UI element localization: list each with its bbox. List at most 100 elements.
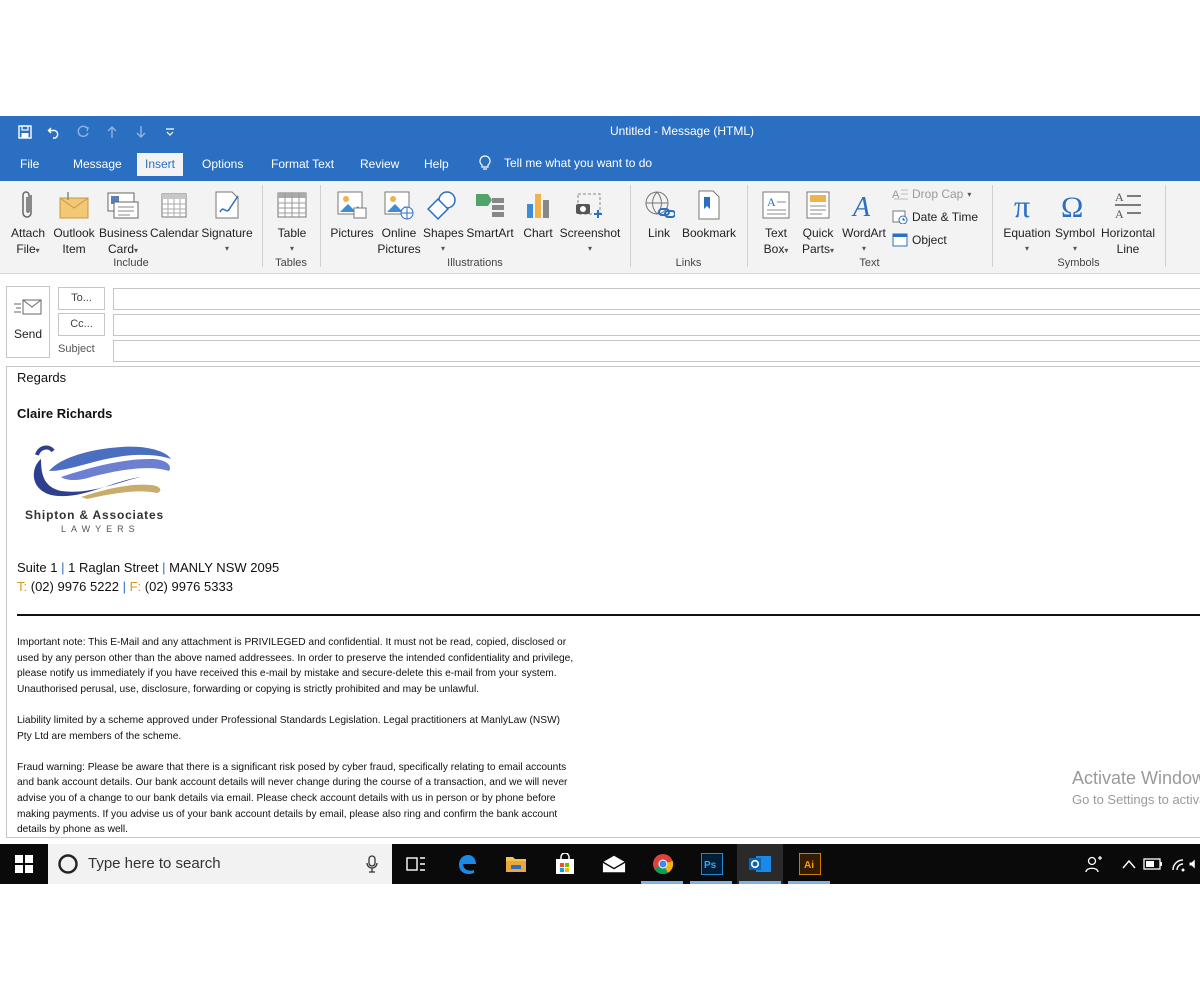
horizontal-rule [17,614,1200,616]
disclaimer: Important note: This E-Mail and any atta… [17,635,637,837]
send-button[interactable]: Send [6,286,50,358]
group-label-include: Include [113,257,149,269]
running-indicator [739,881,781,884]
group-separator [262,185,263,267]
shapes-button[interactable]: Shapes ▾ [423,185,464,257]
smartart-icon [476,194,504,217]
group-separator [747,185,748,267]
wifi-icon[interactable] [1166,852,1190,876]
tab-format-text[interactable]: Format Text [271,155,334,173]
edge-browser-icon[interactable] [455,852,479,876]
send-icon [14,299,42,315]
mail-icon[interactable] [602,852,626,876]
tab-message[interactable]: Message [73,155,122,173]
volume-icon[interactable] [1188,852,1200,876]
pictures-button[interactable]: Pictures [329,185,375,241]
tell-me-text: Tell me what you want to do [504,156,653,170]
screenshot-button[interactable]: Screenshot ▾ [558,185,622,257]
phone-line: T: (02) 9976 5222 | F: (02) 9976 5333 [17,579,233,594]
window-title: Untitled - Message (HTML) [609,124,755,138]
store-icon[interactable] [553,852,577,876]
title-bar: Untitled - Message (HTML) [0,116,1200,148]
outlook-item-button[interactable]: Outlook Item [50,185,98,257]
text-box-button[interactable]: A Text Box▾ [756,185,796,259]
cc-button[interactable]: Cc... [58,313,105,336]
activate-windows-watermark: Activate Windows Go to Settings to activ… [1072,768,1200,807]
date-time-button[interactable]: Date & Time [892,210,978,224]
group-separator [630,185,631,267]
fraud-warning: Fraud warning: Please be aware that ther… [17,761,568,836]
task-view-icon[interactable] [404,852,428,876]
ribbon-insert: Attach File▾ Outlook Item Business Card▾… [0,181,1200,274]
battery-icon[interactable] [1141,852,1165,876]
to-field[interactable] [113,288,1200,310]
address-line: Suite 1 | 1 Raglan Street | MANLY NSW 20… [17,560,280,575]
table-button[interactable]: Table ▾ [272,185,312,257]
svg-text:π: π [1014,189,1030,221]
symbol-button[interactable]: Ω Symbol ▾ [1053,185,1097,257]
business-card-button[interactable]: Business Card▾ [99,185,148,259]
people-icon[interactable] [1082,852,1106,876]
online-pictures-button[interactable]: Online Pictures [376,185,422,257]
svg-text:Ω: Ω [1061,191,1083,221]
file-explorer-icon[interactable] [504,852,528,876]
illustrator-icon[interactable]: Ai [798,852,822,876]
equation-button[interactable]: π Equation ▾ [1002,185,1052,257]
smartart-button[interactable]: SmartArt [464,185,516,241]
svg-text:A: A [851,192,871,220]
outlook-message-window: Untitled - Message (HTML) File Message I… [0,116,1200,884]
windows-taskbar: Type here to search Ps Ai [0,844,1200,884]
outlook-icon[interactable] [748,852,772,876]
taskbar-search-placeholder: Type here to search [88,855,221,872]
chevron-up-icon[interactable] [1117,852,1141,876]
attach-file-button[interactable]: Attach File▾ [8,185,48,259]
chrome-icon[interactable] [651,852,675,876]
tab-insert[interactable]: Insert [137,153,184,176]
logo-company-name: Shipton & Associates [25,508,164,522]
screenshot-icon [576,193,602,218]
online-pictures-icon [384,191,414,220]
object-button[interactable]: Object [892,233,947,247]
bookmark-icon [698,190,720,220]
cc-field[interactable] [113,314,1200,336]
taskbar-search-box[interactable]: Type here to search [48,844,392,884]
tab-review[interactable]: Review [360,155,399,173]
group-separator [992,185,993,267]
to-button[interactable]: To... [58,287,105,310]
calendar-button[interactable]: Calendar [150,185,199,241]
tell-me-box[interactable]: Tell me what you want to do [478,155,652,171]
svg-text:Ps: Ps [704,860,717,871]
link-button[interactable]: Link [640,185,678,241]
tab-file[interactable]: File [20,155,39,173]
svg-text:A: A [1115,190,1124,204]
drop-cap-icon: A [892,189,908,201]
wordart-icon: A [851,192,871,220]
envelope-icon [59,192,89,219]
privilege-note: Important note: This E-Mail and any atta… [17,637,574,695]
microphone-icon[interactable] [366,855,378,873]
tab-help[interactable]: Help [424,155,449,173]
omega-icon: Ω [1061,191,1083,221]
quick-parts-button[interactable]: Quick Parts▾ [797,185,839,259]
windows-start-icon[interactable] [12,852,36,876]
pictures-icon [337,191,367,219]
chart-icon [527,194,549,218]
text-box-icon: A [762,191,790,219]
logo-tagline: LAWYERS [61,524,140,534]
pi-icon: π [1014,189,1030,221]
tab-options[interactable]: Options [202,155,243,173]
bookmark-button[interactable]: Bookmark [680,185,738,241]
calendar-icon [161,193,187,218]
wordart-button[interactable]: A WordArt ▾ [838,185,890,257]
drop-cap-button[interactable]: A Drop Cap ▾ [892,187,971,201]
horizontal-line-button[interactable]: AA Horizontal Line [1099,185,1157,257]
company-logo: Shipton & Associates LAWYERS [21,437,181,537]
subject-field[interactable] [113,340,1200,362]
photoshop-icon[interactable]: Ps [700,852,724,876]
running-indicator [690,881,732,884]
message-body[interactable]: Regards Claire Richards Shipton & Associ… [6,366,1200,838]
lightbulb-icon [479,155,491,170]
object-icon [892,233,908,247]
chart-button[interactable]: Chart [519,185,557,241]
signature-button[interactable]: Signature ▾ [200,185,254,257]
